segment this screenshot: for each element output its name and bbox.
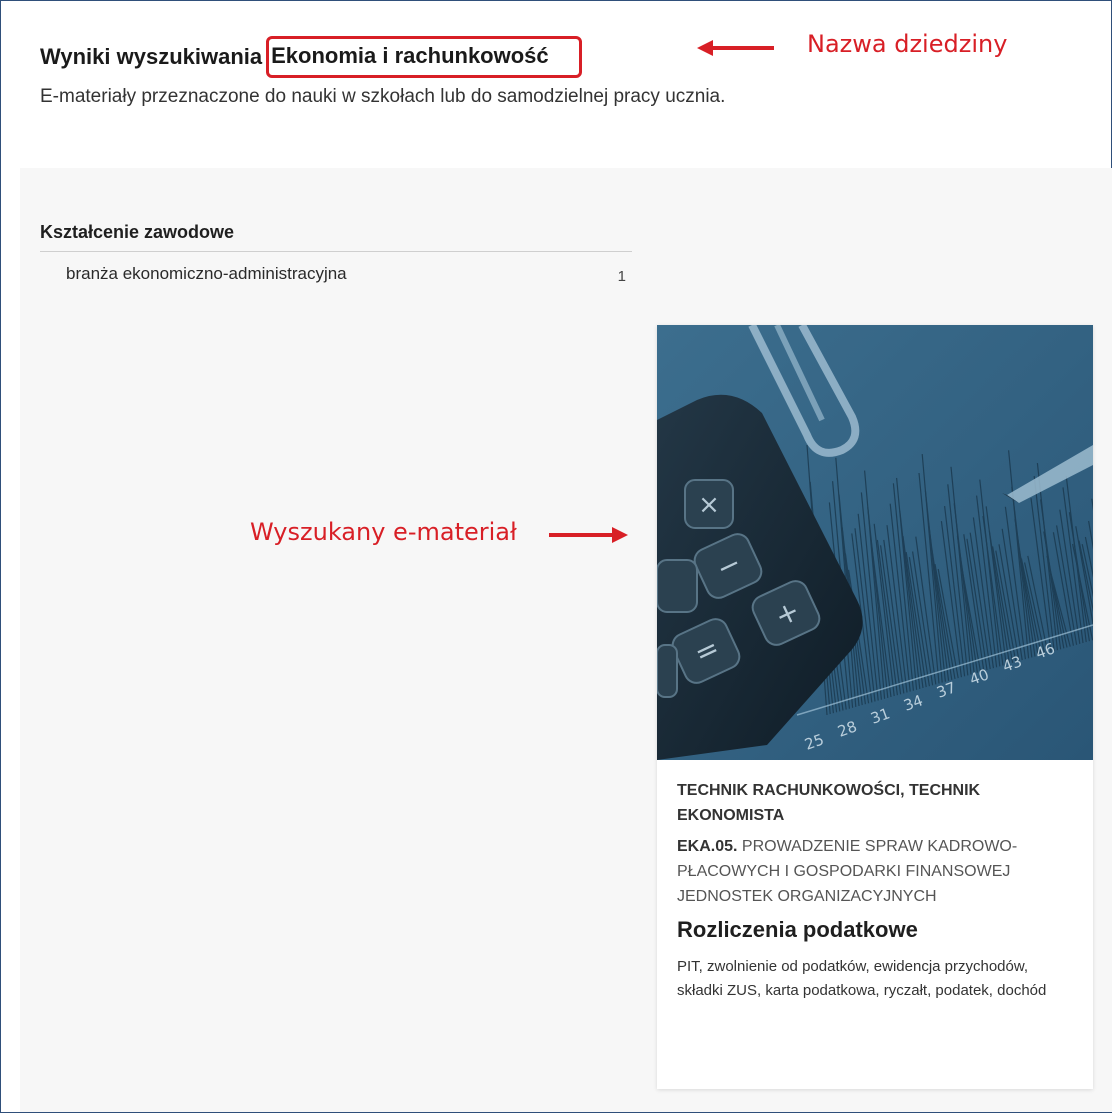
- qualification-code: EKA.05.: [677, 838, 738, 855]
- filter-item-branza[interactable]: branża ekonomiczno-administracyjna 1: [40, 252, 632, 286]
- filter-item-count: 1: [617, 268, 626, 285]
- result-card[interactable]: 25 28 31 34 37 40 43 46 × − + = TECHNIK …: [657, 325, 1093, 1089]
- result-card-title[interactable]: Rozliczenia podatkowe: [677, 915, 1073, 945]
- annotation-arrow-line-2: [549, 533, 615, 537]
- result-card-qualification: EKA.05. PROWADZENIE SPRAW KADROWO-PŁACOW…: [677, 834, 1073, 909]
- filter-item-label: branża ekonomiczno-administracyjna: [66, 263, 347, 283]
- page-title-prefix: Wyniki wyszukiwania: [40, 44, 263, 69]
- page-subtitle: E-materiały przeznaczone do nauki w szko…: [40, 86, 726, 107]
- result-card-category: TECHNIK RACHUNKOWOŚCI, TECHNIK EKONOMIST…: [677, 782, 981, 824]
- annotation-field-label: Nazwa dziedziny: [807, 30, 1008, 58]
- result-card-tags: PIT, zwolnienie od podatków, ewidencja p…: [677, 958, 1047, 999]
- calculator-and-chart-image: 25 28 31 34 37 40 43 46 × − + =: [657, 325, 1093, 760]
- svg-text:×: ×: [698, 490, 720, 520]
- annotation-material-label: Wyszukany e-materiał: [250, 518, 517, 546]
- field-name-highlight: Ekonomia i rachunkowość: [266, 36, 582, 78]
- result-card-body: TECHNIK RACHUNKOWOŚCI, TECHNIK EKONOMIST…: [657, 760, 1093, 1003]
- filter-heading: Kształcenie zawodowe: [40, 222, 632, 252]
- annotation-arrow-right-icon: [612, 527, 628, 543]
- filter-panel: Kształcenie zawodowe branża ekonomiczno-…: [40, 222, 632, 285]
- annotation-arrow-line: [710, 46, 774, 50]
